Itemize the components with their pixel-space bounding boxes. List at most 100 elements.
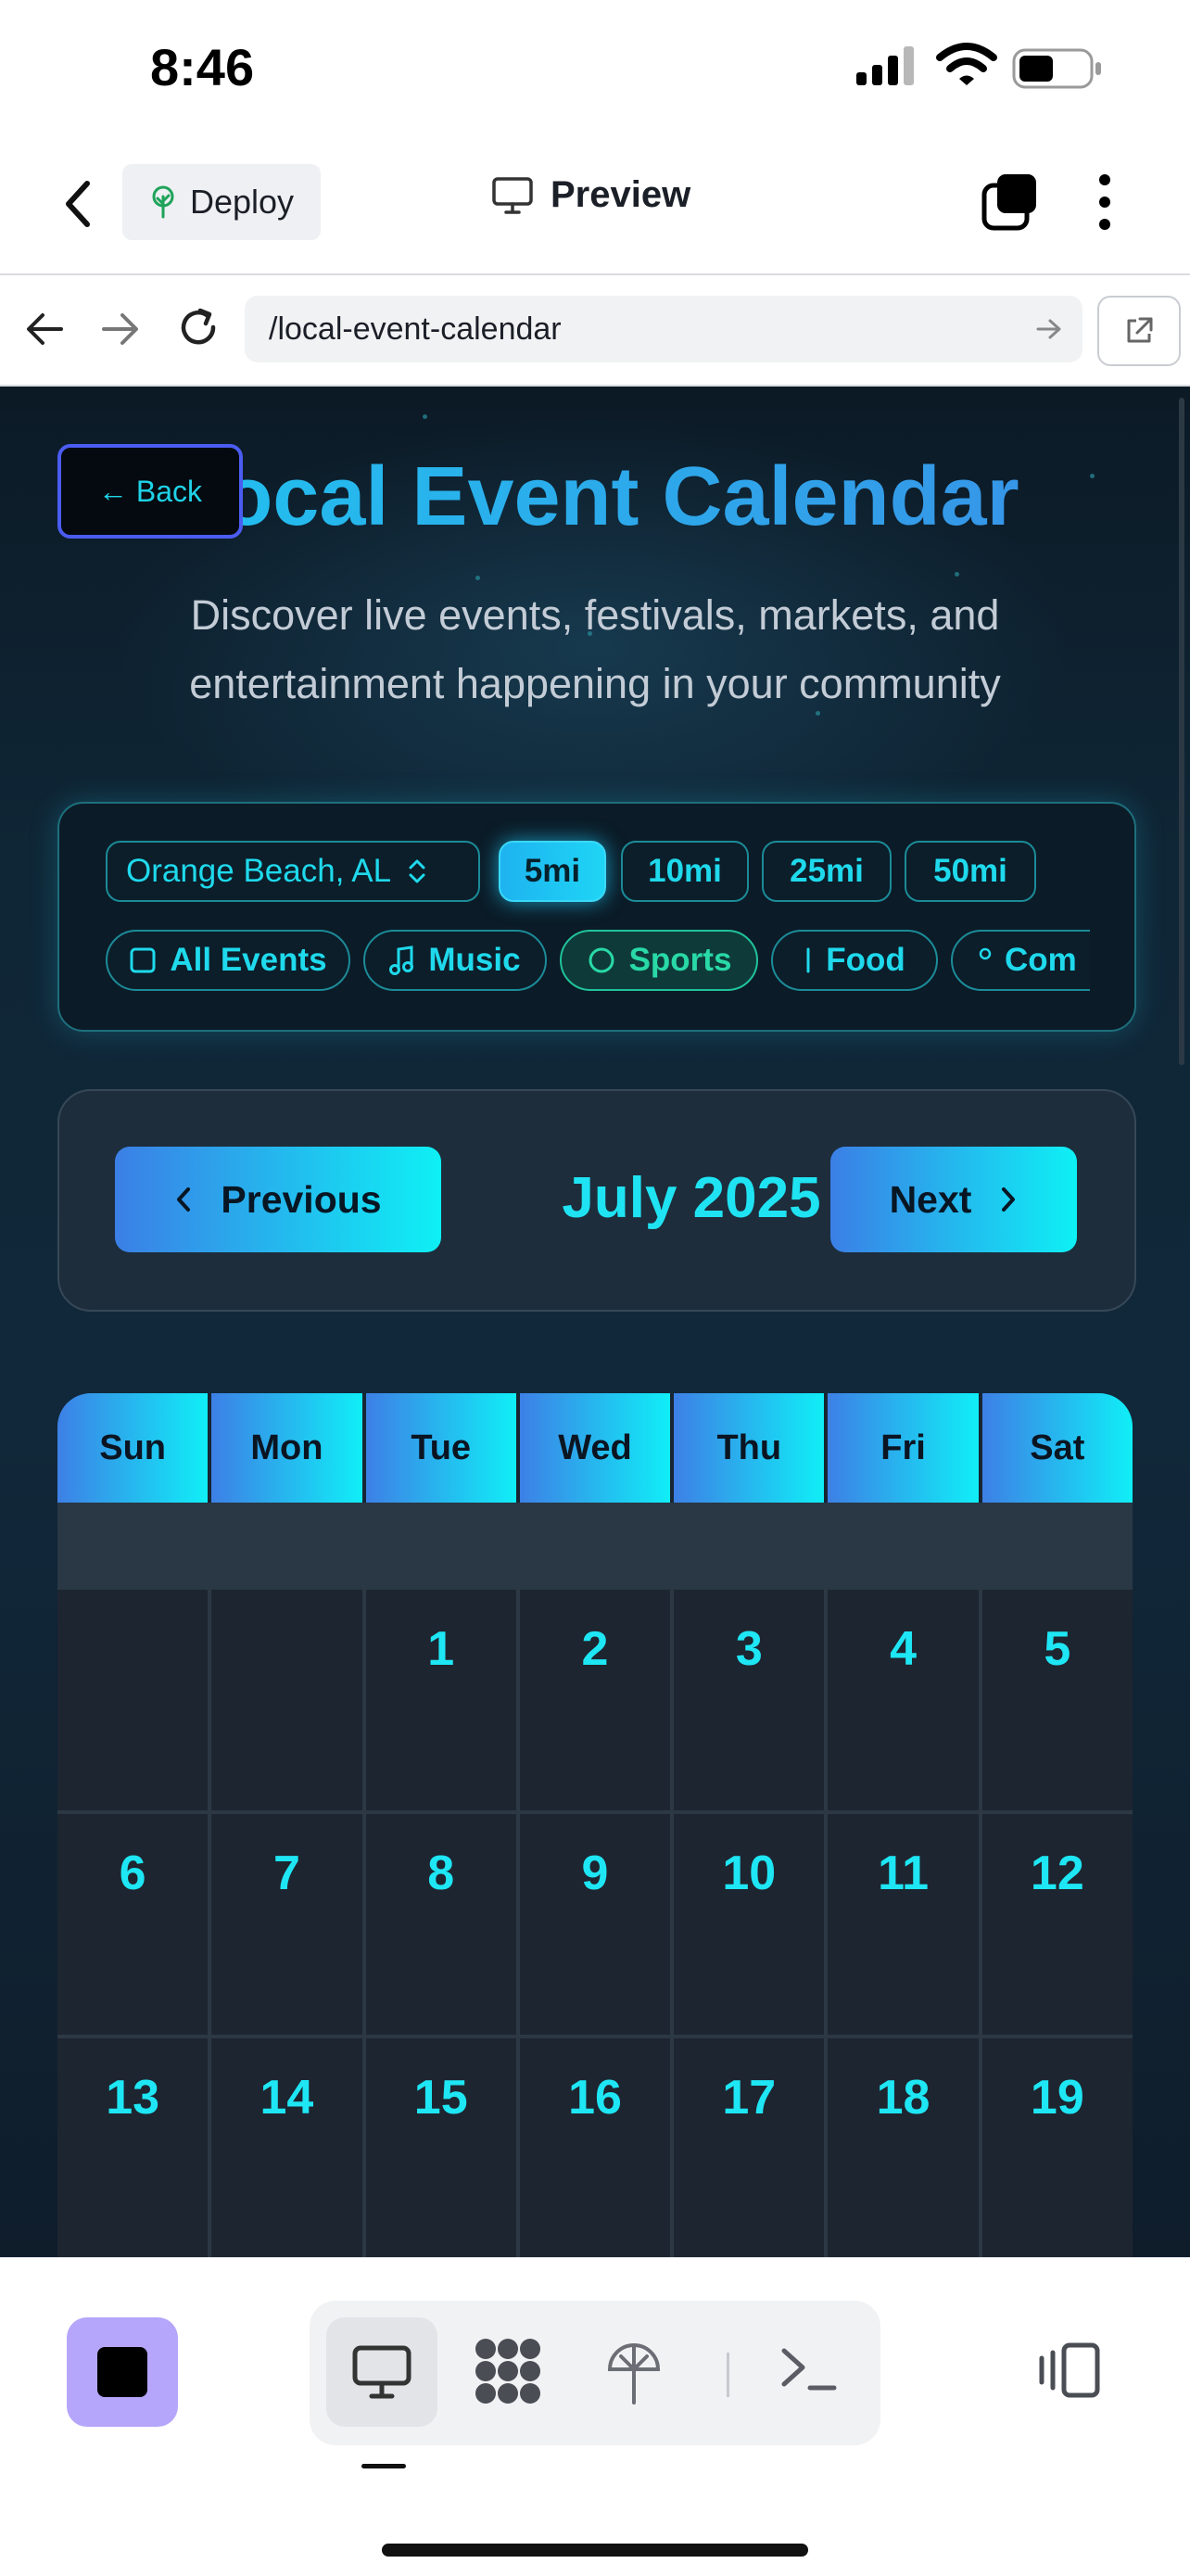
day-cell[interactable]: 8: [365, 1814, 516, 2035]
deploy-button[interactable]: Deploy: [122, 164, 321, 240]
weekday-tue: Tue: [365, 1393, 516, 1503]
day-number: 5: [1044, 1622, 1071, 1676]
decor-dot: [423, 414, 427, 419]
stop-icon: [97, 2347, 147, 2397]
day-number: 3: [735, 1622, 763, 1676]
location-value: Orange Beach, AL: [126, 853, 392, 889]
next-month-button[interactable]: Next: [830, 1147, 1077, 1252]
deploy-tree-icon[interactable]: [604, 2336, 664, 2406]
chevron-left-icon: [177, 1187, 191, 1212]
browser-forward-icon[interactable]: [100, 311, 141, 348]
day-cell[interactable]: 1: [365, 1590, 516, 1810]
day-cell[interactable]: 15: [365, 2038, 516, 2257]
weekday-fri: Fri: [828, 1393, 979, 1503]
more-options-icon[interactable]: [1094, 172, 1116, 232]
active-tab-indicator: [361, 2464, 406, 2468]
go-arrow-icon[interactable]: [1036, 318, 1062, 340]
preview-view-tab[interactable]: [326, 2317, 437, 2427]
bar-icon: [806, 947, 810, 973]
preview-title: Preview: [491, 174, 690, 216]
stop-button[interactable]: [67, 2317, 178, 2427]
day-number: 13: [106, 2071, 160, 2125]
day-number: 17: [722, 2071, 777, 2125]
tabs-icon[interactable]: [981, 172, 1040, 232]
location-select[interactable]: Orange Beach, AL: [106, 841, 480, 902]
day-cell[interactable]: 9: [519, 1814, 671, 2035]
weekday-thu: Thu: [674, 1393, 825, 1503]
monitor-icon: [352, 2345, 411, 2399]
battery-icon: [1012, 48, 1101, 89]
day-number: 10: [722, 1846, 777, 1900]
category-community[interactable]: Com: [951, 930, 1090, 991]
open-external-button[interactable]: [1097, 296, 1181, 366]
app-toolbar: Deploy Preview: [0, 139, 1190, 275]
day-cell[interactable]: 17: [674, 2038, 825, 2257]
day-number: 12: [1030, 1846, 1084, 1900]
calendar-header-strip: [57, 1503, 1133, 1590]
view-switcher: [310, 2301, 880, 2445]
weekday-wed: Wed: [519, 1393, 671, 1503]
url-text: /local-event-calendar: [269, 311, 562, 347]
chevron-left-icon[interactable]: [56, 176, 102, 232]
day-number: 18: [876, 2071, 930, 2125]
day-number: 4: [890, 1622, 918, 1676]
day-cell[interactable]: 12: [981, 1814, 1133, 2035]
radius-option-5mi[interactable]: 5mi: [499, 841, 606, 902]
day-cell[interactable]: 2: [519, 1590, 671, 1810]
filter-scroll-area: Orange Beach, AL 5mi 10mi 25mi 50mi All …: [61, 806, 1090, 1028]
weekday-mon: Mon: [211, 1393, 362, 1503]
decor-dot: [955, 572, 959, 577]
url-field[interactable]: /local-event-calendar: [245, 296, 1082, 362]
day-number: 16: [568, 2071, 622, 2125]
day-cell[interactable]: 3: [674, 1590, 825, 1810]
browser-back-icon[interactable]: [24, 311, 65, 348]
cellular-signal-icon: [856, 46, 914, 85]
day-cell[interactable]: 4: [828, 1590, 979, 1810]
weekday-sun: Sun: [57, 1393, 209, 1503]
decor-dot: [475, 576, 480, 580]
terminal-icon[interactable]: [779, 2343, 840, 2395]
radius-option-50mi[interactable]: 50mi: [905, 841, 1036, 902]
day-cell[interactable]: 5: [981, 1590, 1133, 1810]
radius-option-10mi[interactable]: 10mi: [621, 841, 749, 902]
category-label: All Events: [170, 942, 327, 978]
status-time: 8:46: [150, 38, 255, 96]
day-number: 6: [119, 1846, 146, 1900]
day-cell[interactable]: 18: [828, 2038, 979, 2257]
day-cell[interactable]: 10: [674, 1814, 825, 2035]
monitor-icon: [492, 176, 533, 214]
day-cell[interactable]: 19: [981, 2038, 1133, 2257]
day-cell[interactable]: 6: [57, 1814, 209, 2035]
previous-label: Previous: [221, 1177, 382, 1221]
category-all-events[interactable]: All Events: [106, 930, 350, 991]
category-music[interactable]: Music: [363, 930, 547, 991]
day-number: 9: [581, 1846, 609, 1900]
category-food[interactable]: Food: [771, 930, 938, 991]
reload-icon[interactable]: [176, 305, 221, 349]
day-cell[interactable]: 7: [211, 1814, 362, 2035]
wifi-icon: [936, 43, 997, 85]
day-number: 2: [581, 1622, 609, 1676]
previous-month-button[interactable]: Previous: [115, 1147, 441, 1252]
day-cell[interactable]: 13: [57, 2038, 209, 2257]
day-cell[interactable]: 14: [211, 2038, 362, 2257]
music-note-icon: [389, 945, 414, 975]
day-number: 14: [260, 2071, 314, 2125]
back-button[interactable]: ← Back: [57, 444, 243, 539]
subtitle-line: entertainment happening in your communit…: [189, 660, 1001, 707]
day-number: 8: [427, 1846, 455, 1900]
category-sports[interactable]: Sports: [560, 930, 758, 991]
nodes-icon[interactable]: [473, 2336, 543, 2406]
day-cell[interactable]: 11: [828, 1814, 979, 2035]
month-navigation: Previous July 2025 Next: [57, 1089, 1136, 1312]
divider: [727, 2353, 729, 2397]
panel-toggle-icon[interactable]: [1036, 2341, 1101, 2399]
radius-option-25mi[interactable]: 25mi: [762, 841, 892, 902]
browser-url-bar: /local-event-calendar: [0, 275, 1190, 387]
day-number: 7: [272, 1846, 300, 1900]
deploy-label: Deploy: [189, 183, 295, 221]
home-indicator: [382, 2544, 808, 2557]
preview-label: Preview: [551, 174, 691, 215]
day-number: 15: [413, 2071, 468, 2125]
day-cell[interactable]: 16: [519, 2038, 671, 2257]
